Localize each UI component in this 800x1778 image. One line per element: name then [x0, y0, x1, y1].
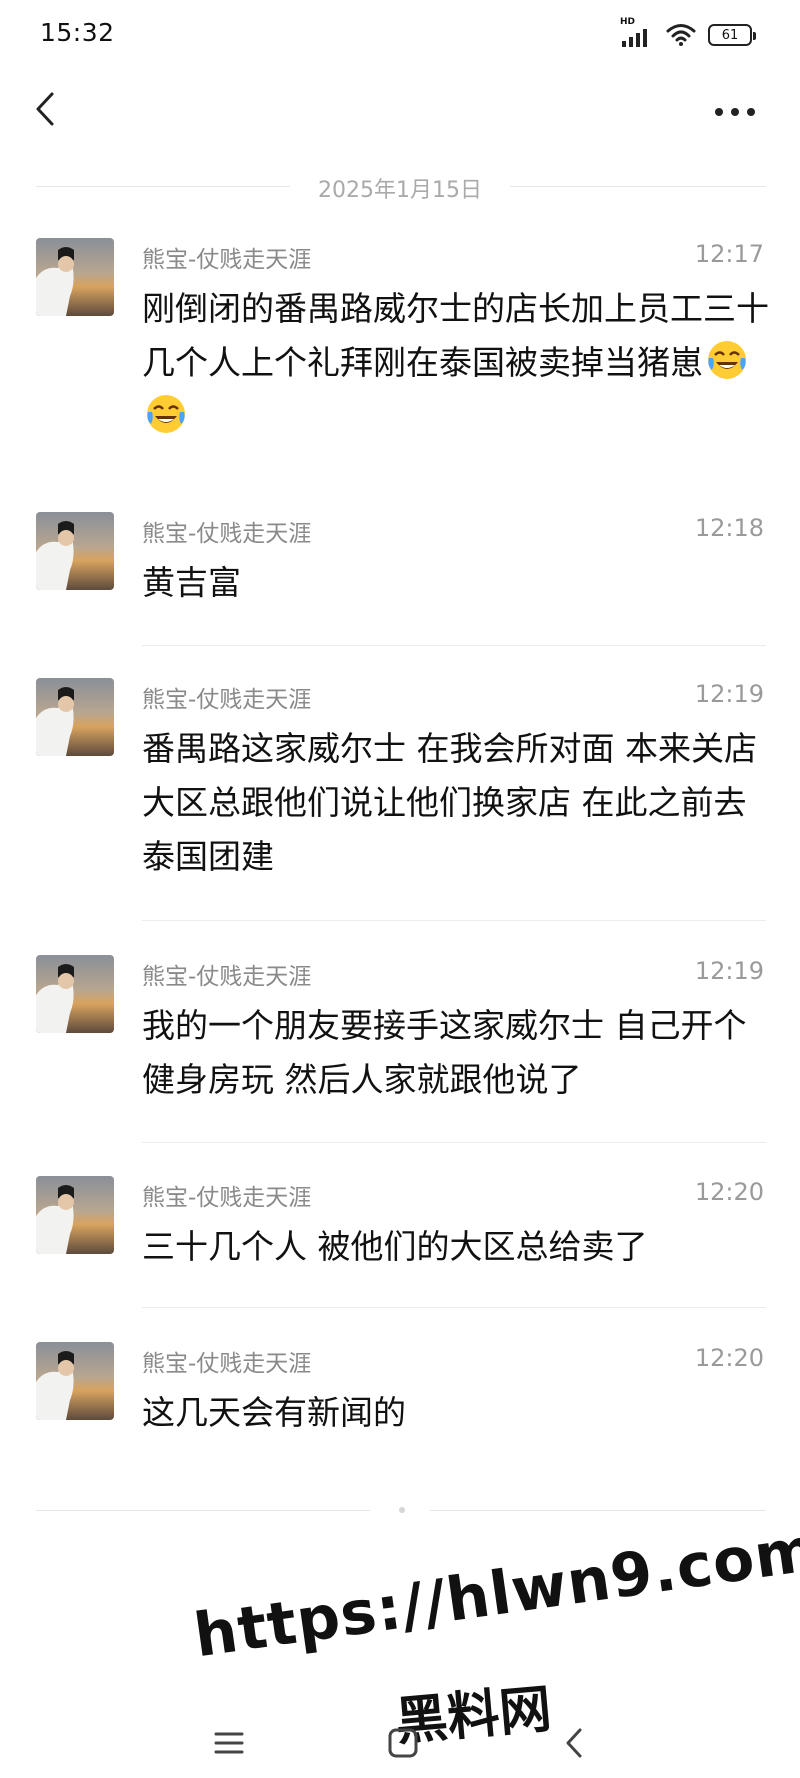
date-divider: 2025年1月15日: [36, 168, 766, 204]
divider-line: [36, 186, 290, 187]
message-time: 12:20: [694, 1178, 764, 1206]
sender-name: 熊宝-仗贱走天涯: [142, 1185, 312, 1211]
home-button[interactable]: [384, 1726, 424, 1760]
sender-name: 熊宝-仗贱走天涯: [142, 1351, 312, 1377]
message-item[interactable]: 熊宝-仗贱走天涯 12:19 我的一个朋友要接手这家威尔士 自己开个健身房玩 然…: [0, 955, 800, 1125]
loading-dot: [399, 1507, 405, 1513]
more-horizontal-icon: [715, 108, 755, 116]
avatar[interactable]: [36, 678, 114, 756]
face-with-tears-of-joy-icon: [147, 395, 185, 433]
sender-name: 熊宝-仗贱走天涯: [142, 247, 312, 273]
avatar[interactable]: [36, 238, 114, 316]
divider-line: [430, 1510, 766, 1511]
back-button[interactable]: [26, 84, 66, 134]
chat-header: [0, 70, 800, 150]
message-text: 三十几个人 被他们的大区总给卖了: [142, 1227, 648, 1266]
message-item[interactable]: 熊宝-仗贱走天涯 12:19 番禺路这家威尔士 在我会所对面 本来关店 大区总跟…: [0, 678, 800, 898]
message-separator: [142, 645, 766, 646]
back-chevron-icon: [566, 1728, 582, 1758]
message-separator: [142, 1307, 766, 1308]
home-square-icon: [388, 1728, 418, 1758]
message-item[interactable]: 熊宝-仗贱走天涯 12:20 这几天会有新闻的: [0, 1342, 800, 1452]
battery-level: 61: [721, 27, 739, 43]
status-icons: HD 61: [620, 17, 756, 50]
sender-name: 熊宝-仗贱走天涯: [142, 964, 312, 990]
watermark-url: https://hlwn9.com: [190, 1514, 800, 1672]
message-item[interactable]: 熊宝-仗贱走天涯 12:17 刚倒闭的番禺路威尔士的店长加上员工三十几个人上个礼…: [0, 238, 800, 478]
message-time: 12:17: [694, 240, 764, 268]
end-of-list-divider: [36, 1503, 766, 1517]
message-text-body: 刚倒闭的番禺路威尔士的店长加上员工三十几个人上个礼拜刚在泰国被卖掉当猪崽: [142, 289, 769, 382]
message-time: 12:20: [694, 1344, 764, 1372]
battery-icon: 61: [708, 24, 756, 46]
message-item[interactable]: 熊宝-仗贱走天涯 12:20 三十几个人 被他们的大区总给卖了: [0, 1176, 800, 1286]
message-time: 12:19: [694, 680, 764, 708]
message-text: 番禺路这家威尔士 在我会所对面 本来关店 大区总跟他们说让他们换家店 在此之前去…: [142, 729, 757, 876]
avatar[interactable]: [36, 1342, 114, 1420]
message-text: 这几天会有新闻的: [142, 1393, 406, 1432]
signal-icon: HD: [620, 17, 654, 47]
status-time: 15:32: [40, 18, 115, 47]
network-label: HD: [620, 17, 636, 27]
date-label: 2025年1月15日: [318, 178, 482, 203]
chevron-left-icon: [36, 92, 54, 126]
message-time: 12:18: [694, 514, 764, 542]
message-text: 我的一个朋友要接手这家威尔士 自己开个健身房玩 然后人家就跟他说了: [142, 1006, 747, 1099]
divider-line: [36, 1510, 370, 1511]
message-separator: [142, 920, 766, 921]
system-back-button[interactable]: [556, 1726, 596, 1760]
sender-name: 熊宝-仗贱走天涯: [142, 687, 312, 713]
status-bar: 15:32 HD 61: [0, 0, 800, 70]
divider-line: [510, 186, 766, 187]
message-item[interactable]: 熊宝-仗贱走天涯 12:18 黄吉富: [0, 512, 800, 622]
more-options-button[interactable]: [710, 92, 760, 132]
message-text: 刚倒闭的番禺路威尔士的店长加上员工三十几个人上个礼拜刚在泰国被卖掉当猪崽: [142, 282, 770, 444]
avatar[interactable]: [36, 955, 114, 1033]
sender-name: 熊宝-仗贱走天涯: [142, 521, 312, 547]
message-separator: [142, 1142, 766, 1143]
message-text: 黄吉富: [142, 563, 241, 602]
avatar[interactable]: [36, 512, 114, 590]
system-nav-bar: [0, 1700, 800, 1778]
avatar[interactable]: [36, 1176, 114, 1254]
message-time: 12:19: [694, 957, 764, 985]
recent-apps-button[interactable]: [210, 1726, 250, 1760]
face-with-tears-of-joy-icon: [708, 341, 746, 379]
menu-icon: [214, 1732, 244, 1754]
wifi-icon: [666, 24, 696, 46]
